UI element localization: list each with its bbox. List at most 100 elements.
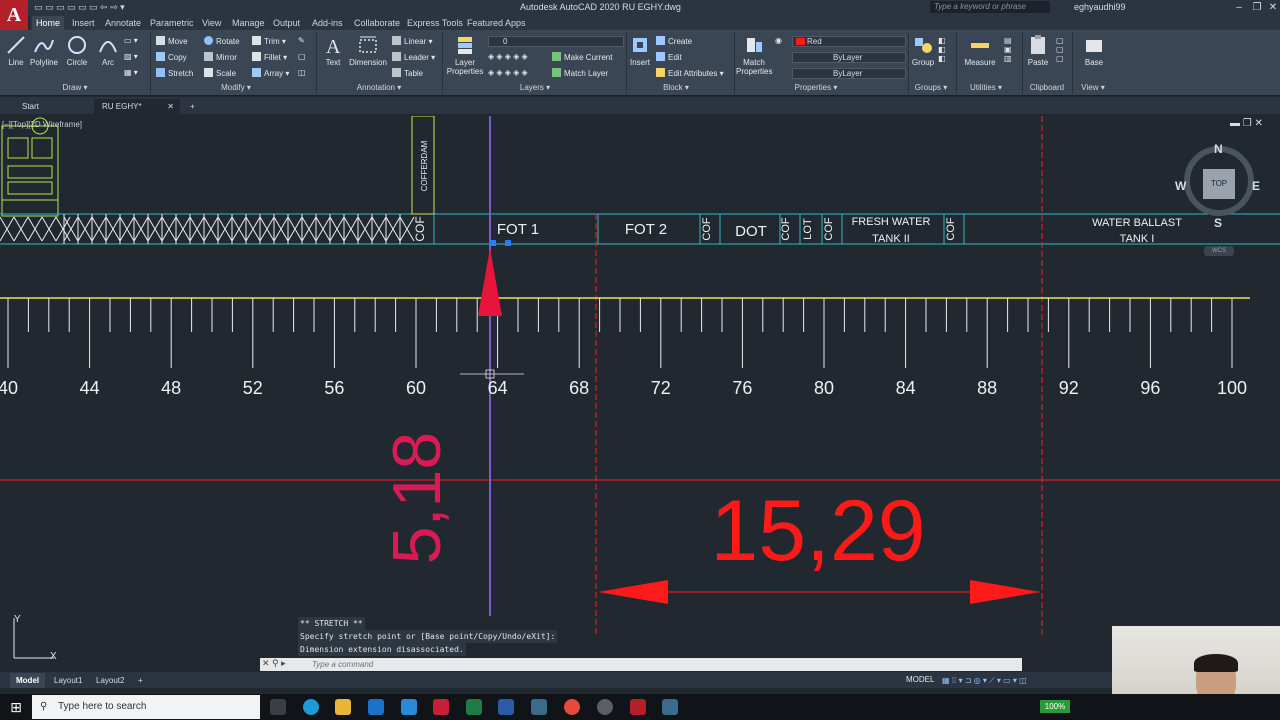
tab-output[interactable]: Output [269,16,304,30]
layer-dropdown[interactable]: 0 [488,36,624,47]
color-dropdown[interactable]: Red [792,36,906,47]
clipboard-panel-title[interactable]: Clipboard [1026,83,1068,92]
draw-more-icon[interactable]: ▦ ▾ [124,68,138,77]
erase-icon[interactable]: ✎ [298,36,305,45]
app-icon[interactable] [597,699,613,715]
vertical-dimension-text[interactable]: 5,18 [379,432,455,564]
group-button[interactable]: Group [910,34,936,67]
dimension-button[interactable]: Dimension [348,34,388,67]
layer-tools-2-icon[interactable]: ◈ ◈ ◈ ◈ ◈ [488,68,528,77]
linear-button[interactable]: Linear ▾ [392,36,433,46]
stretch-button[interactable]: Stretch [156,68,193,78]
text-button[interactable]: A Text [320,34,346,67]
block-panel-title[interactable]: Block ▾ [652,83,700,92]
utilities-tools-icon[interactable]: ▤ ▣ ▥ [1004,36,1012,63]
polyline-button[interactable]: Polyline [28,34,60,67]
properties-panel-title[interactable]: Properties ▾ [784,83,848,92]
help-search-input[interactable]: Type a keyword or phrase [930,1,1050,13]
tab-drawing-file[interactable]: RU EGHY* ✕ [94,99,180,114]
tab-insert[interactable]: Insert [68,16,99,30]
array-button[interactable]: Array ▾ [252,68,289,78]
tab-layout1[interactable]: Layout1 [48,673,88,688]
explode-icon[interactable]: ▢ [298,52,306,61]
viewcube-top-face[interactable]: TOP [1203,169,1235,199]
word-icon[interactable] [498,699,514,715]
model-space-toggle[interactable]: MODEL [906,675,934,684]
excel-icon[interactable] [466,699,482,715]
viewport-controls-label[interactable]: [–][Top][2D Wireframe] [2,120,82,129]
circle-button[interactable]: Circle [64,34,90,67]
groups-panel-title[interactable]: Groups ▾ [910,83,952,92]
wcs-menu[interactable]: WCS [1204,246,1234,256]
tab-collaborate[interactable]: Collaborate [350,16,404,30]
tab-featured-apps[interactable]: Featured Apps [463,16,530,30]
layer-tools-icon[interactable]: ◈ ◈ ◈ ◈ ◈ [488,52,528,61]
utilities-panel-title[interactable]: Utilities ▾ [962,83,1010,92]
modify-panel-title[interactable]: Modify ▾ [196,83,276,92]
copy-button[interactable]: Copy [156,52,187,62]
tab-model[interactable]: Model [10,673,46,688]
grip-handle[interactable] [505,240,511,246]
tab-home[interactable]: Home [32,16,65,30]
tab-add-ins[interactable]: Add-ins [308,16,347,30]
windows-start-icon[interactable]: ⊞ [0,694,32,720]
color-wheel-icon[interactable]: ◉ [775,36,782,45]
create-block-button[interactable]: Create [656,36,692,46]
drawing-canvas[interactable]: 5,18 15,29 COFFERDAM COF FOT 1 FOT 2 COF DOT… [0,116,1280,670]
clipboard-tools-icon[interactable]: ▢ ▢ ▢ [1056,36,1064,63]
linetype-dropdown[interactable]: ByLayer [792,52,906,63]
compass-west[interactable]: W [1175,179,1186,193]
file-explorer-icon[interactable] [335,699,351,715]
new-tab-plus-icon[interactable]: + [182,99,203,114]
command-input[interactable]: Type a command [260,658,1022,671]
minimize-icon[interactable]: – [1230,0,1248,15]
viewport-window-controls[interactable]: ▬ ❐ ✕ [1230,118,1263,129]
tab-express-tools[interactable]: Express Tools [403,16,467,30]
user-account[interactable]: eghyaudhi99 [1074,2,1126,12]
group-tools-icon[interactable]: ◧ ◧ ◧ [938,36,946,63]
close-tab-icon[interactable]: ✕ [167,99,174,114]
hatch-icon[interactable]: ▨ ▾ [124,52,138,61]
tab-start[interactable]: Start [14,99,47,114]
rotate-button[interactable]: Rotate [204,36,240,46]
lineweight-dropdown[interactable]: ByLayer [792,68,906,79]
annotation-panel-title[interactable]: Annotation ▾ [344,83,414,92]
mirror-button[interactable]: Mirror [204,52,237,62]
autocad-logo-icon[interactable]: A [0,0,28,30]
task-view-icon[interactable] [270,699,286,715]
compass-south[interactable]: S [1214,216,1222,230]
fillet-button[interactable]: Fillet ▾ [252,52,287,62]
autocad-taskbar-icon[interactable] [630,699,646,715]
store-icon[interactable] [401,699,417,715]
edit-block-button[interactable]: Edit [656,52,682,62]
match-properties-button[interactable]: Match Properties [736,34,772,76]
line-button[interactable]: Line [4,34,28,67]
measure-button[interactable]: Measure [960,34,1000,67]
layer-properties-button[interactable]: Layer Properties [446,34,484,76]
chrome-icon[interactable] [564,699,580,715]
base-view-button[interactable]: Base [1080,34,1108,67]
trim-button[interactable]: Trim ▾ [252,36,286,46]
mcafee-icon[interactable] [433,699,449,715]
insert-button[interactable]: Insert [628,34,652,67]
grip-handle[interactable] [490,240,496,246]
compass-north[interactable]: N [1214,142,1223,156]
arc-button[interactable]: Arc [96,34,120,67]
match-layer-button[interactable]: Match Layer [552,68,608,78]
close-icon[interactable]: ✕ [1264,0,1280,15]
drawing-svg[interactable]: 5,18 15,29 COFFERDAM COF FOT 1 FOT 2 COF DOT… [0,116,1280,670]
tab-manage[interactable]: Manage [228,16,269,30]
scale-button[interactable]: Scale [204,68,236,78]
rectangle-icon[interactable]: ▭ ▾ [124,36,138,45]
new-layout-plus-icon[interactable]: + [132,673,149,688]
mail-icon[interactable] [368,699,384,715]
make-current-button[interactable]: Make Current [552,52,612,62]
horizontal-dimension-text[interactable]: 15,29 [710,483,925,579]
draw-panel-title[interactable]: Draw ▾ [40,83,110,92]
tab-layout2[interactable]: Layout2 [90,673,130,688]
tab-annotate[interactable]: Annotate [101,16,145,30]
command-line-buttons[interactable]: ✕ ⚲ ▸ [262,658,286,669]
tab-parametric[interactable]: Parametric [146,16,198,30]
edit-attributes-button[interactable]: Edit Attributes ▾ [656,68,724,78]
app-icon[interactable] [662,699,678,715]
